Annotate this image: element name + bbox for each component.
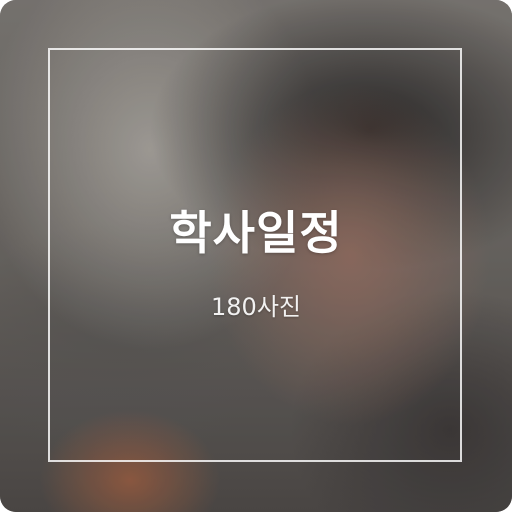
album-title: 학사일정 (169, 206, 343, 260)
album-photo-count: 180사진 (211, 293, 301, 321)
album-tile[interactable]: 학사일정 180사진 (0, 0, 512, 512)
